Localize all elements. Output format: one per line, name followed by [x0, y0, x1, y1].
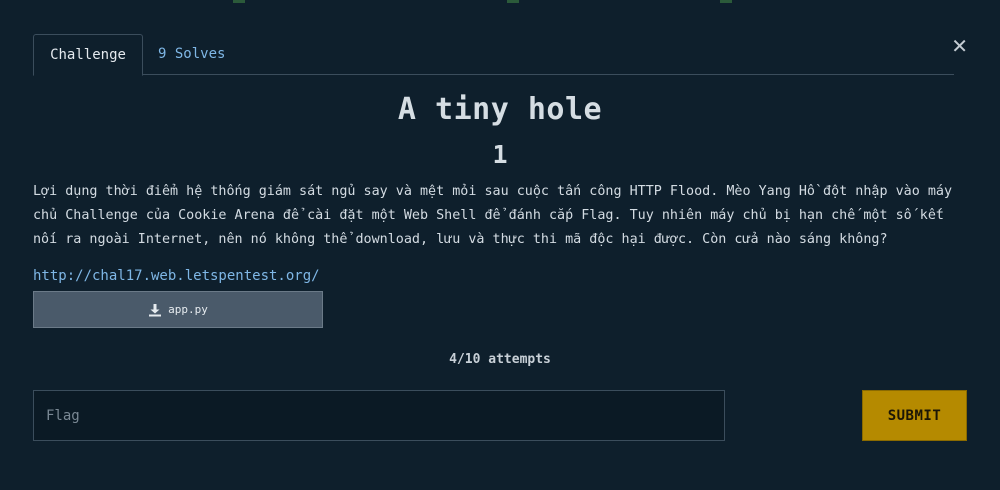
challenge-description: Lợi dụng thời điểm hệ thống giám sát ngủ… [33, 184, 953, 247]
challenge-title: A tiny hole [397, 92, 603, 127]
submit-button[interactable]: SUBMIT [862, 390, 967, 441]
attempts-counter: 4/10 attempts [449, 352, 551, 367]
top-decoration [720, 0, 732, 3]
tab-bar: Challenge 9 Solves [33, 34, 954, 76]
top-decoration [233, 0, 245, 3]
tab-challenge[interactable]: Challenge [33, 34, 143, 76]
challenge-points: 1 [492, 140, 508, 169]
download-icon [149, 303, 162, 316]
file-name: app.py [168, 303, 208, 316]
tab-solves[interactable]: 9 Solves [158, 34, 225, 74]
challenge-modal: ✕ Challenge 9 Solves A tiny hole 1 Lợi d… [0, 0, 1000, 490]
challenge-link[interactable]: http://chal17.web.letspentest.org/ [33, 268, 320, 284]
top-decoration [507, 0, 519, 3]
download-file-button[interactable]: app.py [33, 291, 323, 328]
flag-input[interactable] [33, 390, 725, 441]
